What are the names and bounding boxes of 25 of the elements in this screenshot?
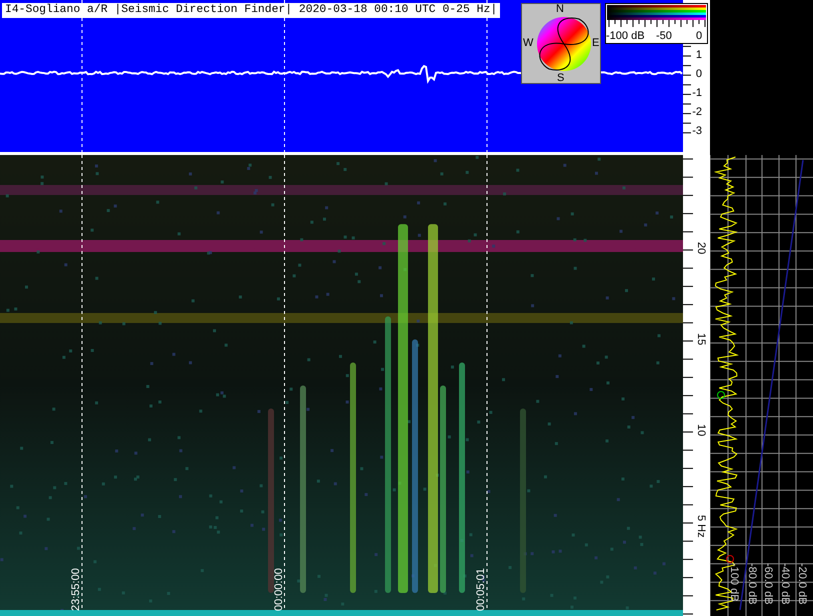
- time-label: 00:00:00: [272, 568, 284, 611]
- color-scale-label: -50: [656, 30, 672, 42]
- time-label: 00:05:01: [475, 568, 487, 611]
- db-axis-label: -20.0 dB: [796, 563, 808, 605]
- db-axis-label: -80.0 dB: [746, 563, 758, 605]
- color-scale-label: 0: [696, 30, 702, 42]
- color-scale-label: -100 dB: [606, 30, 645, 42]
- time-label: 23:55:00: [70, 568, 82, 611]
- compass-label: W: [523, 38, 534, 49]
- amplitude-label: -3: [692, 125, 702, 137]
- compass-label: E: [592, 38, 600, 49]
- frequency-label: 15: [695, 333, 707, 346]
- window-title: I4-Sogliano a/R |Seismic Direction Finder| 2020-03-18 00:10 UTC 0-25 Hz|: [2, 3, 500, 18]
- compass-label: N: [556, 4, 564, 15]
- db-axis-label: -100 dB: [728, 563, 740, 602]
- amplitude-label: 1: [696, 49, 702, 61]
- compass-label: S: [557, 73, 564, 84]
- amplitude-label: -2: [692, 106, 702, 118]
- amplitude-label: -1: [692, 87, 702, 99]
- amplitude-label: 0: [696, 68, 702, 80]
- frequency-label: 20: [695, 242, 707, 254]
- db-axis-label: -60.0 dB: [762, 563, 774, 605]
- frequency-label: 5 Hz: [695, 515, 707, 538]
- frequency-label: 10: [695, 424, 707, 436]
- db-axis-label: -40.0 dB: [779, 563, 791, 605]
